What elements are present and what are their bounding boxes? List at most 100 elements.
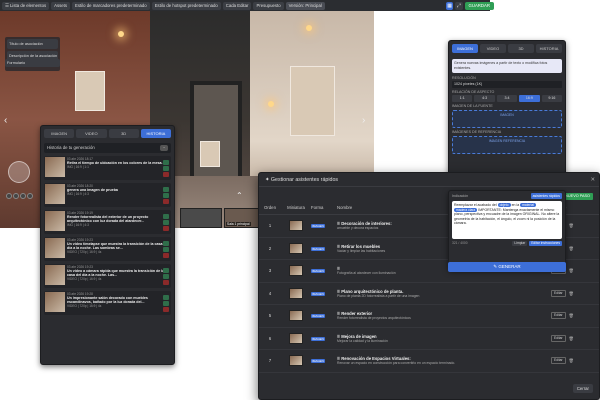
prompt-header: Indicación asistentes rápidos	[449, 191, 565, 201]
table-row[interactable]: 6 IMAGEN ⠿ Mejora de imagen Mejorar la cali…	[259, 328, 599, 350]
scene-thumbnail[interactable]	[180, 208, 222, 228]
new-step-button[interactable]: NUEVO PASO	[562, 193, 593, 200]
row-shape: IMAGEN	[311, 291, 333, 296]
edit-instructions-button[interactable]: Editar instrucciones	[529, 241, 562, 246]
tab-3d[interactable]: 3D	[108, 129, 139, 138]
download-icon[interactable]	[163, 274, 169, 279]
eye-icon[interactable]	[163, 241, 169, 246]
aspect-option[interactable]: 9:16	[541, 95, 563, 102]
clear-button[interactable]: Limpiar	[512, 241, 528, 246]
play-icon[interactable]	[6, 193, 12, 199]
shape-badge: IMAGEN	[311, 269, 325, 274]
row-order: 4	[268, 290, 272, 296]
download-icon[interactable]	[163, 220, 169, 225]
quick-assistants-button[interactable]: asistentes rápidos	[530, 193, 562, 199]
table-row[interactable]: 7 IMAGEN ⠿ Renovación de Espacios Virtuale…	[259, 350, 599, 373]
edit-button[interactable]: Editar	[551, 357, 566, 365]
trash-icon[interactable]: 🗑	[569, 268, 574, 273]
aspect-option[interactable]: 4:3	[474, 95, 495, 102]
trash-icon[interactable]: 🗑	[569, 223, 574, 228]
download-icon[interactable]	[163, 193, 169, 198]
edit-button[interactable]: Editar	[551, 334, 566, 342]
row-order: 1	[268, 223, 272, 229]
col-thumbnail: Miniatura	[287, 205, 305, 210]
toolbar-item-hotspot-style[interactable]: Estilo de hotspot predeterminado	[151, 1, 221, 10]
history-item[interactable]: 03 abr 2026 19:23 Un video a cámara rápid…	[44, 264, 171, 288]
trash-icon[interactable]	[163, 226, 169, 231]
navigation-joystick[interactable]	[8, 161, 30, 183]
close-button[interactable]: Cerrar	[572, 384, 593, 393]
aspect-option[interactable]: 16:9	[519, 95, 540, 102]
trash-icon[interactable]	[163, 172, 169, 177]
trash-icon[interactable]	[163, 253, 169, 258]
tab-3d[interactable]: 3D	[508, 44, 534, 53]
table-row[interactable]: 4 IMAGEN ⠿ Plano arquitectónico de planta.…	[259, 283, 599, 305]
trash-icon[interactable]	[163, 280, 169, 285]
wall-artwork	[75, 71, 105, 111]
toolbar-item-elements[interactable]: ☰ Lista de elementos	[2, 1, 50, 10]
trash-icon[interactable]: 🗑	[569, 358, 574, 363]
toolbar-item-assets[interactable]: Assets	[51, 1, 71, 10]
tab-history[interactable]: HISTORIA	[536, 44, 562, 53]
trash-icon[interactable]	[163, 307, 169, 312]
toolbar-item-budget[interactable]: Presupuesto	[253, 1, 284, 10]
prompt-textarea[interactable]: Reemplazar el acabado del objeto en la m…	[452, 201, 562, 239]
eye-icon[interactable]	[163, 187, 169, 192]
aspect-option[interactable]: 3:4	[496, 95, 518, 102]
tab-video[interactable]: VIDEO	[480, 44, 506, 53]
close-icon[interactable]: ✕	[591, 173, 595, 187]
toolbar-item-marker-style[interactable]: Estilo de marcadores predeterminado	[72, 1, 150, 10]
download-icon[interactable]	[163, 247, 169, 252]
history-actions	[163, 214, 169, 231]
collapse-icon[interactable]: −	[160, 145, 168, 151]
row-shape: IMAGEN	[311, 268, 333, 274]
prompt-chip[interactable]: madera clara	[454, 207, 478, 212]
history-item[interactable]: 03 abr 2026 19:23 Un video timelapse que …	[44, 237, 171, 261]
history-item[interactable]: 03 abr 2026 19:19 Render fotorrealista de…	[44, 210, 171, 234]
prompt-chip[interactable]: objeto	[497, 203, 511, 207]
resolution-select[interactable]: 1024 píxeles (1K)	[452, 81, 562, 88]
eye-icon[interactable]	[163, 160, 169, 165]
tab-image[interactable]: IMAGEN	[44, 129, 75, 138]
download-icon[interactable]	[163, 166, 169, 171]
wall-artwork	[200, 141, 220, 167]
chevron-right-icon[interactable]: ›	[362, 115, 365, 126]
thumbnail-image	[289, 220, 303, 232]
toolbar-item-edit[interactable]: Cada Editar	[222, 1, 252, 10]
zoom-out-icon[interactable]	[20, 193, 26, 199]
prompt-chip[interactable]: material	[520, 203, 536, 207]
source-image-dropzone[interactable]: IMAGEN	[452, 110, 562, 128]
reference-image-dropzone[interactable]: IMAGEN REFERENCIA	[452, 136, 562, 154]
chevron-left-icon[interactable]: ‹	[4, 115, 7, 126]
trash-icon[interactable]	[163, 199, 169, 204]
grid-icon[interactable]: ▦	[446, 1, 454, 10]
download-icon[interactable]	[163, 301, 169, 306]
eye-icon[interactable]	[163, 295, 169, 300]
toolbar-item-version[interactable]: Versión: Principal	[285, 1, 325, 10]
aspect-option[interactable]: 1:1	[452, 95, 473, 102]
history-item[interactable]: 03 abr 2026 18:20 genera una imagen de pr…	[44, 183, 171, 207]
history-item[interactable]: 03 abr 2026 19:28 Un impresionante salón …	[44, 291, 171, 315]
save-button[interactable]: GUARDAR	[464, 1, 494, 10]
tab-image[interactable]: IMAGEN	[452, 44, 478, 53]
chevron-up-icon[interactable]: ⌃	[236, 191, 243, 200]
association-form-select[interactable]: Formulario	[5, 59, 60, 67]
edit-button[interactable]: Editar	[551, 312, 566, 320]
trash-icon[interactable]: 🗑	[569, 336, 574, 341]
association-title-field[interactable]: Título de asociación	[7, 39, 58, 49]
table-row[interactable]: 5 IMAGEN ⠿ Render exterior Render fotorreal…	[259, 305, 599, 328]
generate-button[interactable]: ✎ GENERAR	[448, 262, 566, 272]
trash-icon[interactable]: 🗑	[569, 313, 574, 318]
zoom-in-icon[interactable]	[13, 193, 19, 199]
eye-icon[interactable]	[163, 214, 169, 219]
trash-icon[interactable]: 🗑	[569, 291, 574, 296]
tab-video[interactable]: VIDEO	[76, 129, 107, 138]
fullscreen-icon[interactable]	[27, 193, 33, 199]
expand-icon[interactable]: ⤢	[455, 1, 463, 10]
trash-icon[interactable]: 🗑	[569, 246, 574, 251]
history-item[interactable]: 03 abr 2026 18:17 Retira el tiempo de ubi…	[44, 156, 171, 180]
edit-button[interactable]: Editar	[551, 289, 566, 297]
history-title: Historia de tu generación	[47, 145, 95, 150]
eye-icon[interactable]	[163, 268, 169, 273]
tab-history[interactable]: HISTORIA	[140, 129, 171, 138]
